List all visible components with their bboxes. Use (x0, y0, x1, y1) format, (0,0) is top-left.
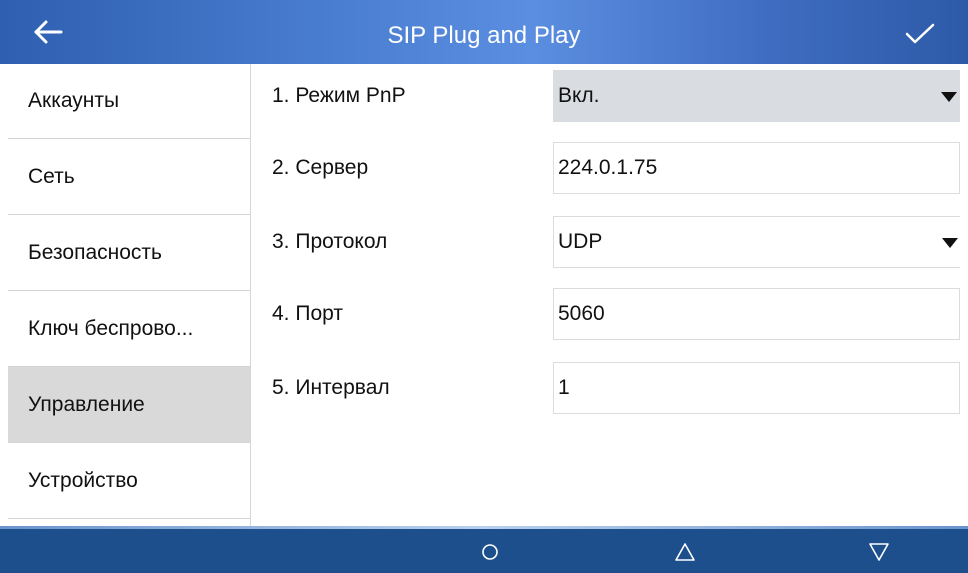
home-button[interactable] (470, 534, 510, 570)
sidebar-item-network[interactable]: Сеть (8, 139, 250, 215)
dropdown-arrow-icon (941, 92, 957, 102)
scroll-up-button[interactable] (665, 534, 705, 570)
arrow-left-icon (34, 20, 63, 44)
checkmark-icon (905, 23, 935, 44)
sidebar-item-label: Устройство (28, 468, 138, 492)
protocol-row: 3. Протокол UDP (272, 216, 962, 268)
protocol-select[interactable]: UDP (553, 216, 960, 268)
settings-sidebar: Аккаунты Сеть Безопасность Ключ беспрово… (8, 64, 251, 526)
port-label: 4. Порт (272, 302, 343, 325)
back-button[interactable] (28, 12, 68, 52)
interval-input[interactable]: 1 (553, 362, 960, 414)
sidebar-item-security[interactable]: Безопасность (8, 215, 250, 291)
sidebar-item-label: Сеть (28, 164, 75, 188)
sidebar-item-management[interactable]: Управление (8, 367, 250, 443)
interval-label: 5. Интервал (272, 376, 390, 399)
sidebar-item-wireless-key[interactable]: Ключ беспрово... (8, 291, 250, 367)
interval-row: 5. Интервал 1 (272, 362, 962, 414)
protocol-label: 3. Протокол (272, 230, 388, 253)
server-label: 2. Сервер (272, 156, 369, 179)
sidebar-item-label: Безопасность (28, 240, 162, 264)
pnp-mode-value: Вкл. (558, 84, 600, 107)
pnp-mode-row: 1. Режим PnP Вкл. (272, 70, 962, 122)
port-row: 4. Порт 5060 (272, 288, 962, 340)
interval-value: 1 (558, 376, 570, 399)
navigation-bar (0, 526, 968, 573)
triangle-up-icon (675, 543, 695, 561)
sidebar-item-label: Аккаунты (28, 89, 120, 112)
triangle-down-icon (869, 543, 889, 561)
server-value: 224.0.1.75 (558, 156, 658, 179)
pnp-mode-select[interactable]: Вкл. (553, 70, 960, 122)
server-input[interactable]: 224.0.1.75 (553, 142, 960, 194)
sidebar-item-accounts[interactable]: Аккаунты (8, 64, 250, 139)
title-bar: SIP Plug and Play (0, 0, 968, 64)
circle-home-icon (482, 544, 498, 560)
protocol-value: UDP (558, 230, 603, 253)
sidebar-item-label: Ключ беспрово... (28, 316, 194, 340)
sidebar-item-device[interactable]: Устройство (8, 443, 250, 519)
pnp-mode-label: 1. Режим PnP (272, 84, 406, 107)
navbar-divider (0, 526, 968, 529)
server-row: 2. Сервер 224.0.1.75 (272, 142, 962, 194)
page-title: SIP Plug and Play (387, 22, 581, 49)
screen: SIP Plug and Play Аккаунты Сеть Безопасн… (0, 0, 968, 573)
scroll-down-button[interactable] (859, 534, 899, 570)
sidebar-item-label: Управление (28, 392, 145, 416)
dropdown-arrow-icon (942, 238, 958, 248)
confirm-button[interactable] (900, 14, 940, 54)
port-input[interactable]: 5060 (553, 288, 960, 340)
port-value: 5060 (558, 302, 605, 325)
